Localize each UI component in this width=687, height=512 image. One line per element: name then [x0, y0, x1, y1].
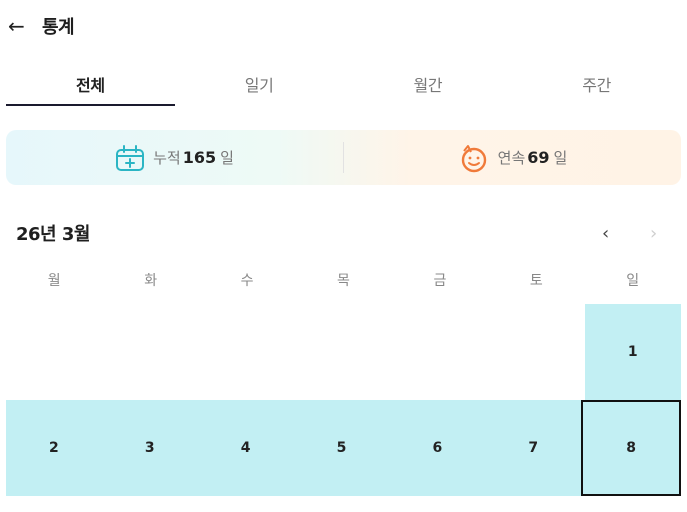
weekday-sun: 일 — [626, 273, 640, 289]
calendar-day[interactable]: 6 — [389, 400, 486, 496]
weekday-tue: 화 — [144, 273, 158, 289]
tab-diary[interactable]: 일기 — [175, 64, 344, 106]
calendar-plus-icon — [115, 144, 145, 172]
chevron-right-icon[interactable]: › — [650, 223, 657, 244]
page-title: 통계 — [42, 17, 75, 38]
calendar-grid: 1 2 3 4 5 6 7 8 — [6, 304, 682, 496]
arrow-left-icon[interactable]: ← — [8, 16, 32, 36]
total-label: 누적 — [153, 149, 181, 167]
streak-unit: 일 — [553, 149, 568, 167]
weekday-fri: 금 — [433, 273, 447, 289]
chevron-left-icon[interactable]: ‹ — [602, 223, 609, 244]
header: ← 통계 — [0, 0, 687, 52]
month-header: 26년 3월 ‹ › — [16, 218, 681, 248]
weekday-mon: 월 — [47, 273, 61, 289]
calendar-day — [392, 304, 488, 400]
calendar-day[interactable]: 7 — [485, 400, 582, 496]
total-unit: 일 — [220, 149, 234, 167]
calendar-day — [6, 304, 102, 400]
streak-value: 69 — [527, 148, 550, 167]
calendar-week: 1 — [6, 304, 681, 400]
weekday-header: 월 화 수 목 금 토 일 — [6, 270, 681, 298]
calendar-day[interactable]: 2 — [6, 400, 102, 496]
weekday-sat: 토 — [529, 273, 543, 289]
smiley-face-icon — [458, 143, 490, 173]
total-value: 165 — [182, 148, 217, 167]
month-label: 26년 3월 — [16, 224, 90, 245]
calendar-week: 2 3 4 5 6 7 8 — [6, 400, 682, 496]
summary-card: 누적 165 일 연속 69 일 — [6, 130, 681, 185]
calendar-day — [102, 304, 198, 400]
calendar-day[interactable]: 3 — [101, 400, 198, 496]
streak-summary: 연속 69 일 — [344, 130, 681, 185]
calendar-day[interactable]: 4 — [197, 400, 294, 496]
calendar-day — [295, 304, 391, 400]
tab-monthly[interactable]: 월간 — [344, 64, 513, 106]
weekday-wed: 수 — [240, 273, 254, 289]
weekday-thu: 목 — [337, 273, 350, 289]
calendar-day — [488, 304, 584, 400]
tab-bar: 전체 일기 월간 주간 — [6, 64, 681, 106]
calendar-day[interactable]: 1 — [584, 304, 681, 400]
calendar-day — [199, 304, 295, 400]
total-days-summary: 누적 165 일 — [6, 130, 343, 185]
streak-label: 연속 — [497, 149, 526, 167]
calendar-day[interactable]: 5 — [293, 400, 390, 496]
tab-weekly[interactable]: 주간 — [512, 64, 681, 106]
tab-all[interactable]: 전체 — [6, 64, 175, 106]
calendar-day-today[interactable]: 8 — [581, 400, 682, 496]
